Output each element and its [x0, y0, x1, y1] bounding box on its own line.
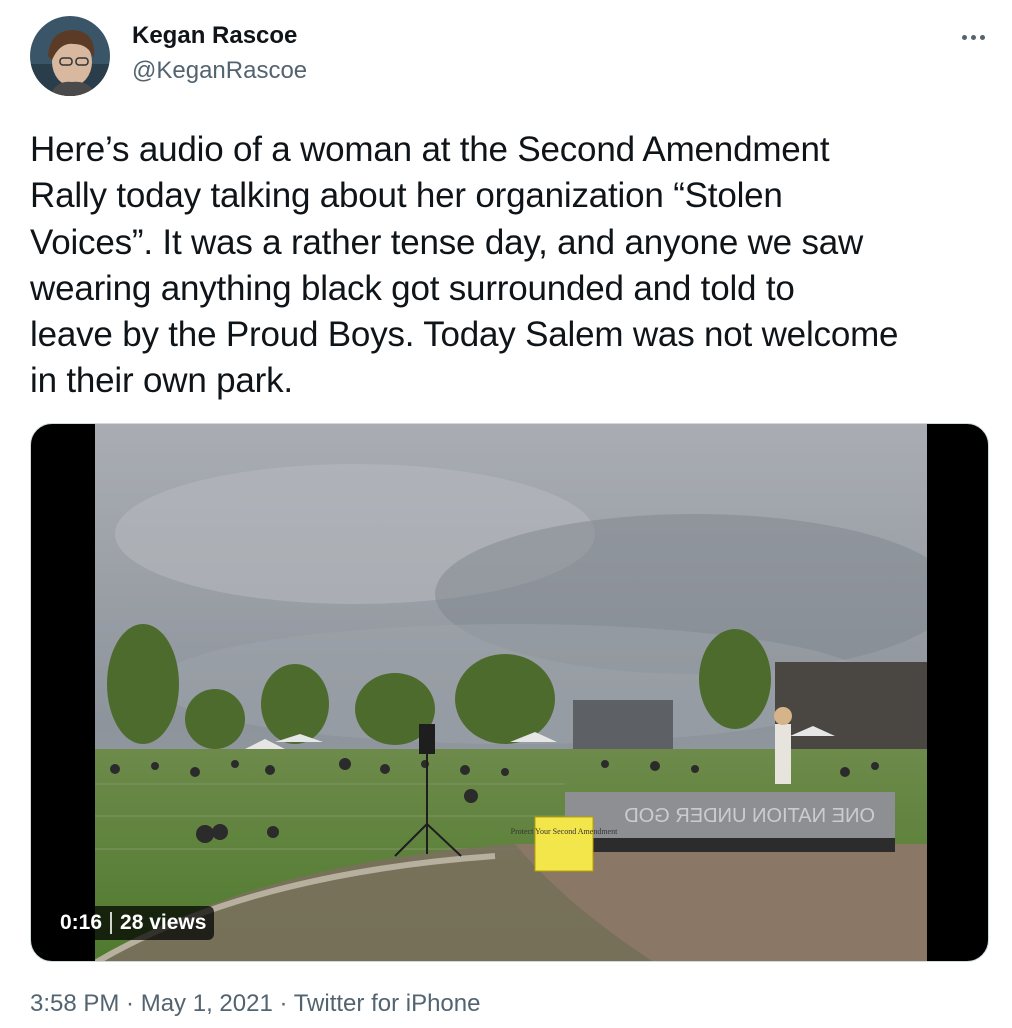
tweet-text: Here’s audio of a woman at the Second Am… [30, 130, 899, 401]
tweet-timestamp-time[interactable]: 3:58 PM [30, 990, 119, 1017]
video-meta-badge: 0:16 28 views [50, 906, 215, 940]
ellipsis-icon [970, 34, 976, 40]
separator-dot: · [119, 990, 141, 1017]
tweet-metadata: 3:58 PM · May 1, 2021 · Twitter for iPho… [30, 990, 480, 1018]
video-view-count: 28 views [120, 911, 207, 934]
video-player[interactable]: ONE NATION UNDER GOD Protect Your Second… [30, 423, 989, 962]
tweet-source-link[interactable]: Twitter for iPhone [294, 990, 481, 1017]
more-options-button[interactable] [956, 22, 990, 52]
rally-sign-text: Protect Your Second Amendment [511, 827, 618, 836]
author-handle[interactable]: @KeganRascoe [132, 57, 307, 85]
video-frame[interactable]: ONE NATION UNDER GOD Protect Your Second… [95, 424, 927, 961]
avatar[interactable] [30, 16, 110, 96]
avatar-image [30, 16, 110, 96]
stage-banner: ONE NATION UNDER GOD [624, 805, 875, 827]
ellipsis-icon [961, 34, 967, 40]
divider [110, 912, 113, 934]
video-duration: 0:16 [60, 911, 103, 934]
separator-dot: · [272, 990, 294, 1017]
tweet-timestamp-date[interactable]: May 1, 2021 [141, 990, 273, 1017]
author-display-name[interactable]: Kegan Rascoe [132, 22, 297, 50]
ellipsis-icon [979, 34, 985, 40]
video-thumbnail: ONE NATION UNDER GOD Protect Your Second… [95, 424, 927, 961]
tweet-card: Kegan Rascoe @KeganRascoe Here’s audio o… [0, 0, 1012, 1028]
